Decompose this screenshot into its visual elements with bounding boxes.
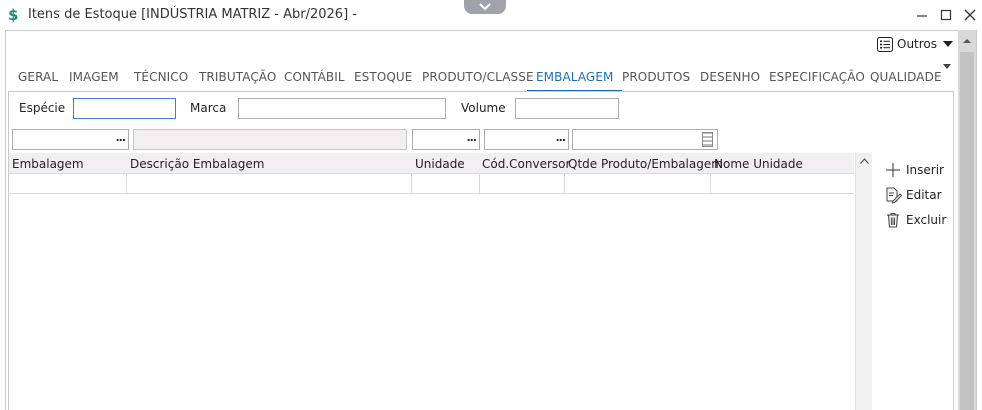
scroll-up-icon[interactable] [860, 158, 869, 164]
cod-conversor-lookup-field[interactable]: ... [484, 129, 569, 150]
inserir-button[interactable]: Inserir [884, 160, 944, 180]
tab-especificacao[interactable]: ESPECIFICAÇÃO [769, 66, 865, 92]
especie-label: Espécie [19, 101, 66, 115]
column-divider [564, 174, 565, 194]
volume-label: Volume [461, 101, 506, 115]
column-header[interactable]: Cód.Conversor [482, 157, 570, 171]
close-button[interactable] [960, 6, 980, 24]
tab-imagem[interactable]: IMAGEM [69, 66, 119, 92]
tabs-overflow-icon[interactable] [942, 64, 952, 70]
column-header[interactable]: Unidade [415, 157, 465, 171]
collapse-ribbon-button[interactable] [464, 0, 506, 14]
editar-label: Editar [906, 188, 942, 202]
inserir-label: Inserir [906, 163, 944, 177]
grid-scrollbar[interactable] [855, 153, 872, 410]
outros-menu-button[interactable]: Outros [877, 35, 954, 53]
trash-icon [887, 213, 899, 228]
title-bar: $ Itens de Estoque [INDÚSTRIA MATRIZ - A… [0, 0, 982, 30]
column-header[interactable]: Qtde Produto/Embalagem [568, 157, 723, 171]
maximize-button[interactable] [936, 6, 956, 24]
tab-estoque[interactable]: ESTOQUE [354, 66, 413, 92]
unidade-lookup-field[interactable]: ... [412, 129, 480, 150]
column-divider [126, 174, 127, 194]
lookup-button[interactable]: ... [466, 131, 477, 144]
window-title: Itens de Estoque [INDÚSTRIA MATRIZ - Abr… [28, 7, 357, 22]
marca-field[interactable] [238, 98, 446, 119]
grid-header: Embalagem Descrição Embalagem Unidade Có… [9, 153, 854, 174]
excluir-label: Excluir [906, 213, 947, 227]
column-divider [710, 174, 711, 194]
column-header[interactable]: Embalagem [12, 157, 84, 171]
marca-label: Marca [190, 101, 227, 115]
column-header[interactable]: Nome Unidade [714, 157, 803, 171]
minimize-button[interactable] [912, 6, 932, 24]
caret-down-icon [943, 41, 954, 47]
scroll-thumb[interactable] [960, 52, 974, 410]
edit-icon [886, 187, 902, 204]
calculator-icon[interactable] [702, 132, 713, 147]
qtde-produto-field[interactable] [572, 129, 718, 150]
plus-icon [886, 163, 900, 177]
tab-tributacao[interactable]: TRIBUTAÇÃO [199, 66, 276, 92]
tab-tecnico[interactable]: TÉCNICO [134, 66, 188, 92]
tab-qualidade[interactable]: QUALIDADE [870, 66, 942, 92]
tab-produtos[interactable]: PRODUTOS [622, 66, 690, 92]
tab-produto-classe[interactable]: PRODUTO/CLASSE [422, 66, 534, 92]
tab-embalagem[interactable]: EMBALAGEM [527, 66, 623, 92]
embalagem-lookup-field[interactable]: ... [12, 129, 129, 150]
scroll-up-icon[interactable] [958, 34, 976, 48]
list-icon [877, 36, 893, 52]
column-divider [411, 174, 412, 194]
tab-geral[interactable]: GERAL [18, 66, 58, 92]
column-divider [479, 174, 480, 194]
embalagem-grid: Embalagem Descrição Embalagem Unidade Có… [9, 153, 872, 410]
tab-bar: GERAL IMAGEM TÉCNICO TRIBUTAÇÃO CONTÁBIL… [9, 66, 953, 92]
chevron-down-icon [479, 3, 491, 11]
app-logo-icon: $ [8, 6, 19, 24]
lookup-button[interactable]: ... [115, 131, 126, 144]
form-scrollbar[interactable] [958, 30, 976, 410]
table-row[interactable] [9, 174, 854, 194]
column-header[interactable]: Descrição Embalagem [130, 157, 264, 171]
tab-desenho[interactable]: DESENHO [700, 66, 760, 92]
lookup-button[interactable]: ... [555, 131, 566, 144]
editar-button[interactable]: Editar [884, 185, 942, 205]
descricao-embalagem-field [133, 129, 407, 150]
tab-contabil[interactable]: CONTÁBIL [284, 66, 345, 92]
excluir-button[interactable]: Excluir [884, 210, 946, 230]
especie-field[interactable] [73, 98, 176, 119]
outros-label: Outros [897, 37, 938, 51]
volume-field[interactable] [515, 98, 619, 119]
